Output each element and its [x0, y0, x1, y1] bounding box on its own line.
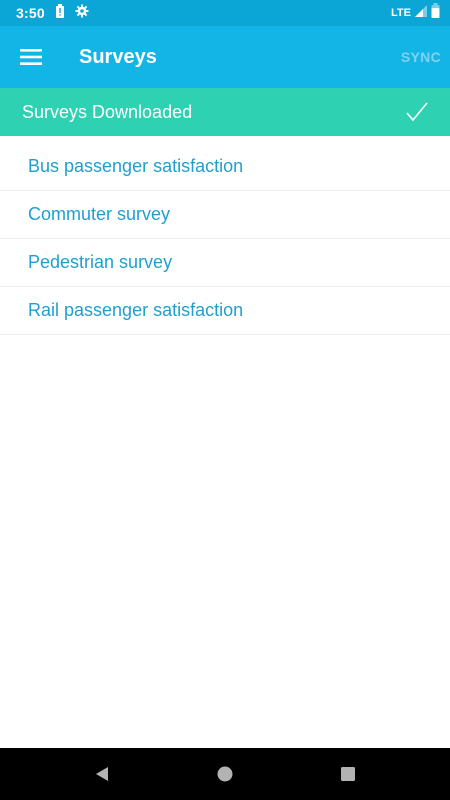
survey-list: Bus passenger satisfaction Commuter surv… — [0, 143, 450, 335]
sync-button[interactable]: SYNC — [401, 49, 441, 65]
hamburger-menu-icon[interactable] — [0, 26, 62, 88]
survey-label: Pedestrian survey — [28, 252, 173, 272]
survey-item-rail-passenger-satisfaction[interactable]: Rail passenger satisfaction — [0, 287, 450, 335]
banner-text: Surveys Downloaded — [22, 101, 193, 122]
page-title: Surveys — [79, 45, 157, 68]
download-status-banner: Surveys Downloaded — [0, 88, 450, 136]
survey-item-pedestrian-survey[interactable]: Pedestrian survey — [0, 239, 450, 287]
settings-icon — [75, 4, 89, 23]
status-bar: 3:50 LTE — [0, 0, 450, 26]
survey-label: Commuter survey — [28, 204, 171, 224]
survey-label: Bus passenger satisfaction — [28, 156, 244, 176]
back-icon[interactable] — [82, 754, 122, 794]
status-left: 3:50 — [16, 3, 89, 23]
status-time: 3:50 — [16, 5, 45, 21]
survey-item-commuter-survey[interactable]: Commuter survey — [0, 191, 450, 239]
survey-item-bus-passenger-satisfaction[interactable]: Bus passenger satisfaction — [0, 143, 450, 191]
signal-icon — [415, 4, 427, 22]
home-icon[interactable] — [205, 754, 245, 794]
survey-label: Rail passenger satisfaction — [28, 300, 244, 320]
status-right: LTE — [391, 3, 440, 23]
system-nav-bar — [0, 748, 450, 800]
app-bar: Surveys SYNC — [0, 26, 450, 88]
recents-icon[interactable] — [328, 754, 368, 794]
check-icon — [406, 102, 428, 122]
network-type: LTE — [391, 7, 411, 19]
battery-icon — [431, 3, 440, 23]
battery-alert-icon — [55, 3, 65, 23]
